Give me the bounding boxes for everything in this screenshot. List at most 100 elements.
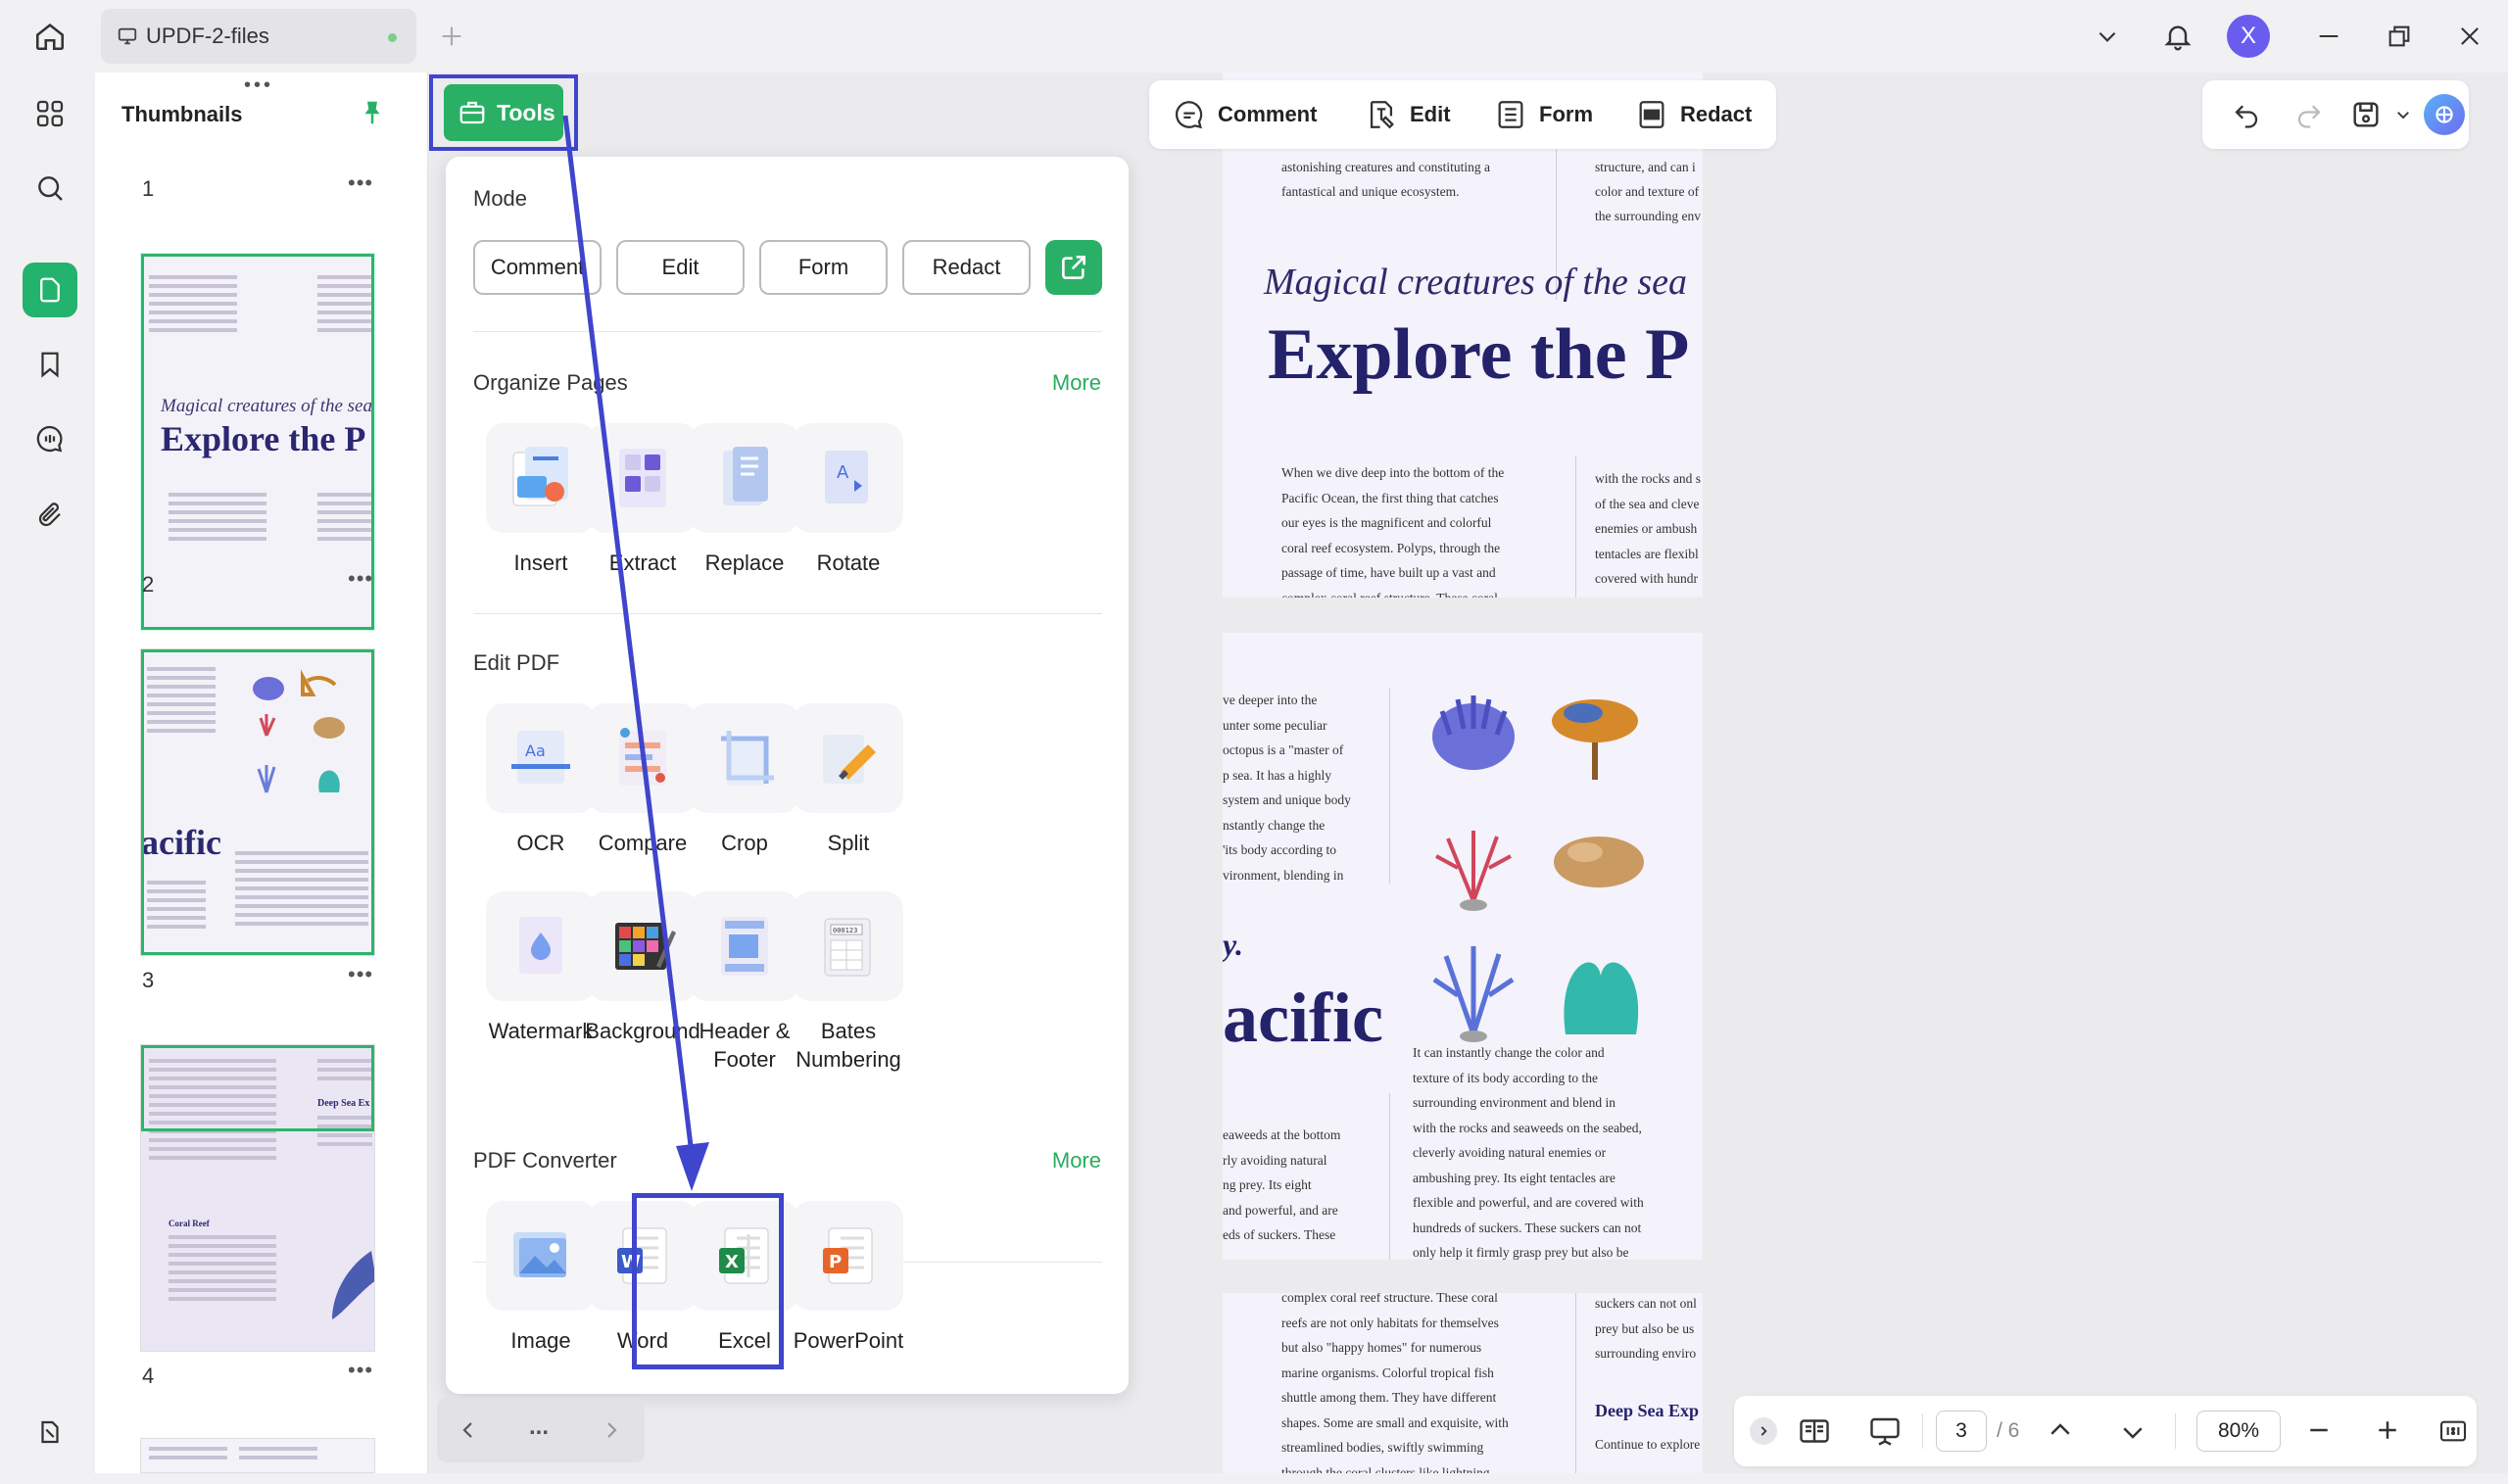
mode-form-button[interactable]: Form: [759, 240, 888, 295]
restore-window-icon[interactable]: [2377, 14, 2422, 59]
edit-mode-button[interactable]: Edit: [1365, 80, 1451, 149]
collapse-arrow-icon[interactable]: [1750, 1417, 1777, 1445]
undo-icon[interactable]: [2232, 100, 2261, 129]
page-text-block: with the rocks and s of the sea and cleve…: [1595, 471, 1701, 586]
search-icon[interactable]: [23, 161, 77, 215]
zoom-in-icon[interactable]: [2373, 1415, 2402, 1445]
rotate-tool[interactable]: A Rotate: [775, 423, 922, 577]
page-number: 3: [142, 968, 155, 992]
tab-label: UPDF-2-files: [146, 24, 269, 48]
mode-toolbar: Comment Edit Form Redact: [1149, 80, 1776, 149]
visible-area-highlight: [141, 649, 374, 955]
page-text-block: astonishing creatures and constituting a…: [1281, 160, 1490, 199]
page-text-block: eaweeds at the bottom rly avoiding natura…: [1223, 1127, 1341, 1242]
tools-dropdown-menu: Mode Comment Edit Form Redact Organize P…: [446, 157, 1129, 1394]
save-chevron-down-icon[interactable]: [2394, 106, 2412, 123]
split-tool[interactable]: Split: [775, 703, 922, 857]
page-italic-title: Magical creatures of the sea: [1264, 262, 1687, 303]
page-big-title: Explore the P: [1268, 314, 1690, 395]
page-more-icon[interactable]: •••: [348, 962, 373, 987]
form-mode-button[interactable]: Form: [1494, 80, 1593, 149]
total-pages: / 6: [1997, 1419, 2020, 1442]
rotate-icon: A: [794, 423, 903, 533]
svg-text:A: A: [837, 462, 849, 483]
right-toolbar: [2202, 80, 2469, 149]
page-text-block: It can instantly change the color and tex…: [1413, 1045, 1644, 1260]
chevron-down-icon[interactable]: [2085, 14, 2130, 59]
page-drop-letter: y.: [1223, 927, 1244, 962]
bates-numbering-tool[interactable]: 000123 Bates Numbering: [775, 891, 922, 1074]
monitor-icon: [118, 27, 137, 45]
comment-mode-button[interactable]: Comment: [1173, 80, 1317, 149]
new-tab-plus-icon[interactable]: [429, 14, 474, 59]
converter-more-link[interactable]: More: [1052, 1148, 1101, 1173]
divider: [473, 613, 1102, 614]
home-icon[interactable]: [27, 14, 72, 59]
next-page-icon[interactable]: [2118, 1417, 2147, 1447]
title-bar: UPDF-2-files X: [0, 0, 2508, 72]
ai-assistant-icon[interactable]: [2424, 94, 2465, 135]
bell-icon[interactable]: [2155, 14, 2200, 59]
mode-edit-button[interactable]: Edit: [616, 240, 745, 295]
page-text-block: When we dive deep into the bottom of the…: [1281, 465, 1505, 598]
apps-grid-icon[interactable]: [23, 86, 77, 141]
page-big-word: acific: [1223, 979, 1383, 1057]
page-text-block: structure, and can i color and texture of…: [1595, 160, 1701, 223]
zoom-out-icon[interactable]: [2304, 1415, 2334, 1445]
document-page-3: ve deeper into the unter some peculiar oct…: [1223, 633, 1703, 1260]
thumbnails-page-icon[interactable]: [23, 263, 77, 317]
document-tab[interactable]: UPDF-2-files: [101, 9, 416, 64]
page-thumbnail-4[interactable]: Coral Reef Deep Sea Ex: [140, 1044, 375, 1352]
page-thumbnail-3[interactable]: acific: [140, 648, 375, 956]
presentation-icon[interactable]: [1867, 1413, 1903, 1449]
tools-pager: ...: [437, 1398, 645, 1462]
document-page-2: astonishing creatures and constituting a…: [1223, 72, 1703, 598]
panel-drag-handle[interactable]: •••: [244, 74, 273, 97]
word-tool-highlight: [632, 1193, 784, 1369]
thumbnails-title: Thumbnails: [121, 102, 243, 126]
page-subheading: Deep Sea Exp: [1595, 1401, 1700, 1420]
redact-mode-button[interactable]: Redact: [1635, 80, 1752, 149]
page-layout-icon[interactable]: [1797, 1413, 1832, 1449]
page-more-icon[interactable]: •••: [348, 170, 373, 196]
open-external-button[interactable]: [1045, 240, 1102, 295]
form-icon: [1498, 101, 1523, 128]
saved-status-dot: [388, 33, 397, 42]
mode-section-title: Mode: [473, 186, 528, 211]
updf-app-window: UPDF-2-files X ••• Thumbnails 1 ••• Magi…: [0, 0, 2508, 1484]
pin-icon[interactable]: [358, 96, 387, 129]
mode-comment-button[interactable]: Comment: [473, 240, 602, 295]
attachment-icon[interactable]: [23, 488, 77, 543]
tools-button-highlight: [429, 74, 578, 151]
page-thumbnail-2[interactable]: Magical creatures of the sea Explore the…: [140, 253, 375, 631]
svg-text:Aa: Aa: [525, 742, 546, 760]
more-dots[interactable]: ...: [529, 1413, 549, 1441]
split-icon: [794, 703, 903, 813]
zoom-level[interactable]: 80%: [2196, 1411, 2281, 1452]
chevron-right-icon[interactable]: [600, 1417, 623, 1443]
page-more-icon[interactable]: •••: [348, 1358, 373, 1383]
bookmark-icon[interactable]: [23, 337, 77, 392]
actual-size-icon[interactable]: [2437, 1415, 2469, 1447]
page-text-block: suckers can not onl prey but also be us su…: [1595, 1296, 1697, 1361]
document-page-4: complex coral reef structure. These cora…: [1223, 1293, 1703, 1473]
comments-icon[interactable]: [23, 411, 77, 466]
powerpoint-converter-tool[interactable]: P PowerPoint: [775, 1201, 922, 1355]
layers-icon[interactable]: [23, 1405, 77, 1460]
current-page-input[interactable]: 3: [1936, 1411, 1987, 1452]
save-icon[interactable]: [2349, 98, 2383, 131]
minimize-icon[interactable]: [2306, 14, 2351, 59]
previous-page-icon[interactable]: [2046, 1415, 2075, 1445]
page-number: 2: [142, 572, 155, 597]
avatar[interactable]: X: [2227, 15, 2270, 58]
page-thumbnail-5[interactable]: [140, 1438, 375, 1473]
redo-icon[interactable]: [2294, 100, 2324, 129]
page-text-block: complex coral reef structure. These cora…: [1281, 1293, 1509, 1473]
page-text-block: ve deeper into the unter some peculiar oct…: [1223, 693, 1351, 883]
organize-more-link[interactable]: More: [1052, 370, 1101, 396]
page-more-icon[interactable]: •••: [348, 566, 373, 592]
mode-redact-button[interactable]: Redact: [902, 240, 1031, 295]
chevron-left-icon[interactable]: [457, 1417, 480, 1443]
visible-area-highlight: [141, 254, 374, 630]
close-icon[interactable]: [2447, 14, 2492, 59]
